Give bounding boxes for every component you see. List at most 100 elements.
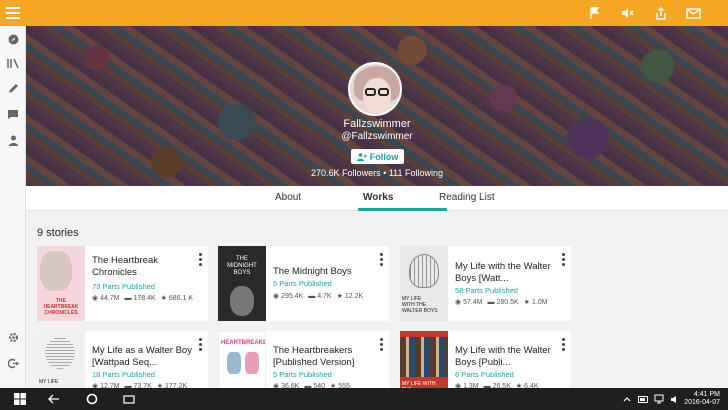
followers-count[interactable]: 270.6K Followers — [311, 168, 381, 178]
reads-count: 295.4K — [281, 293, 304, 300]
mute-button[interactable] — [611, 4, 644, 22]
clock-time: 4:41 PM — [693, 391, 720, 398]
follow-button[interactable]: Follow — [351, 149, 404, 164]
eye-icon: ◉ 295.4K — [273, 293, 304, 300]
cortana-circle-icon — [86, 393, 98, 405]
tab-works[interactable]: Works — [363, 192, 393, 203]
nav-messages[interactable] — [6, 107, 20, 121]
story-title[interactable]: My Life with the Walter Boys [Publi... — [455, 345, 555, 369]
story-card[interactable]: THE MIDNIGHT BOYS The Midnight Boys 5 Part… — [218, 246, 389, 321]
mail-icon — [686, 7, 701, 19]
following-count[interactable]: 111 Following — [389, 168, 443, 178]
gear-icon — [8, 332, 18, 342]
story-parts: 6 Parts Published — [455, 370, 514, 379]
chevron-up-icon — [623, 397, 631, 402]
votes-count: 280.5K — [496, 299, 519, 306]
follow-stats: 270.6K Followers • 111 Following — [26, 168, 728, 178]
story-title[interactable]: My Life as a Walter Boy [Wattpad Seq... — [92, 345, 192, 369]
story-stats: ◉ 57.4M ▬ 280.5K ★ 1.0M — [455, 298, 567, 307]
compass-icon — [8, 34, 18, 44]
menu-icon[interactable] — [6, 7, 20, 19]
profile-handle: @Fallzswimmer — [341, 131, 413, 142]
chat-icon — [8, 109, 18, 119]
share-button[interactable] — [644, 4, 677, 22]
os-taskbar: 4:41 PM 2016-04-07 — [0, 388, 728, 410]
share-icon — [655, 6, 666, 20]
story-menu-button[interactable] — [562, 253, 565, 268]
tray-chevron[interactable] — [621, 392, 633, 406]
story-menu-button[interactable] — [199, 253, 202, 268]
network-status[interactable] — [653, 392, 665, 406]
comment-icon: ▬ 4.7K — [308, 293, 332, 300]
story-cover[interactable]: MY LIFE WITH THE WALTER BOYS — [400, 246, 448, 321]
task-view-icon — [123, 394, 135, 404]
flag-icon — [589, 7, 599, 19]
reads-count: 44.7M — [100, 295, 120, 302]
votes-count: 4.7K — [317, 293, 332, 300]
story-title[interactable]: The Midnight Boys — [273, 266, 373, 278]
star-icon: ★ 686.1 K — [160, 295, 194, 302]
system-clock[interactable]: 4:41 PM 2016-04-07 — [684, 391, 720, 407]
task-view-button[interactable] — [121, 392, 137, 406]
nav-library[interactable] — [6, 56, 20, 70]
start-button[interactable] — [12, 392, 28, 406]
battery-status[interactable] — [637, 392, 649, 406]
profile-tabs: About Works Reading List — [26, 186, 728, 211]
tab-reading-list[interactable]: Reading List — [439, 192, 495, 203]
avatar[interactable] — [348, 62, 402, 116]
person-icon — [8, 135, 18, 146]
star-icon: ★ 1.0M — [523, 299, 548, 306]
message-button[interactable] — [677, 4, 710, 22]
nav-discover[interactable] — [6, 32, 20, 46]
story-title[interactable]: The Heartbreakers [Published Version] — [273, 345, 373, 369]
search-cortana-button[interactable] — [84, 392, 100, 406]
nav-settings[interactable] — [6, 330, 20, 344]
comment-icon: ▬ 178.4K — [124, 295, 156, 302]
follow-label: Follow — [369, 151, 399, 162]
speaker-icon — [671, 395, 676, 403]
story-title[interactable]: The Heartbreak Chronicles — [92, 255, 192, 279]
mute-icon — [622, 8, 634, 18]
library-icon — [7, 58, 19, 68]
battery-icon — [637, 395, 648, 403]
story-menu-button[interactable] — [380, 253, 383, 268]
nav-profile[interactable] — [6, 133, 20, 147]
eye-icon: ◉ 57.4M — [455, 299, 483, 306]
network-icon — [654, 394, 664, 404]
story-parts: 18 Parts Published — [92, 370, 155, 379]
report-flag-button[interactable] — [578, 4, 611, 22]
pencil-icon — [8, 83, 18, 93]
story-cover[interactable]: THE MIDNIGHT BOYS — [218, 246, 266, 321]
star-icon: ★ 12.2K — [336, 293, 364, 300]
story-menu-button[interactable] — [199, 338, 202, 353]
logout-icon — [7, 358, 19, 368]
tab-about[interactable]: About — [275, 192, 301, 203]
votes-count: 178.4K — [133, 295, 156, 302]
story-stats: ◉ 44.7M ▬ 178.4K ★ 686.1 K — [92, 294, 204, 303]
volume-status[interactable] — [669, 392, 681, 406]
story-title[interactable]: My Life with the Walter Boys [Watt... — [455, 261, 555, 285]
story-parts: 5 Parts Published — [273, 279, 332, 288]
story-card[interactable]: THE HEARTBREAK CHRONICLES The Heartbreak … — [37, 246, 208, 321]
comment-icon: ▬ 280.5K — [487, 299, 519, 306]
story-parts: 73 Parts Published — [92, 282, 155, 291]
story-menu-button[interactable] — [380, 338, 383, 353]
reads-count: 57.4M — [463, 299, 483, 306]
story-count: 9 stories — [37, 227, 79, 239]
story-card[interactable]: MY LIFE WITH THE WALTER BOYS My Life with … — [400, 246, 571, 321]
back-arrow-icon — [48, 394, 59, 404]
clock-date: 2016-04-07 — [684, 399, 720, 406]
left-nav-sidebar — [0, 26, 26, 388]
story-stats: ◉ 295.4K ▬ 4.7K ★ 12.2K — [273, 292, 385, 301]
active-tab-indicator — [358, 208, 447, 211]
story-cover[interactable]: THE HEARTBREAK CHRONICLES — [37, 246, 85, 321]
comments-count: 12.2K — [344, 293, 364, 300]
story-menu-button[interactable] — [562, 338, 565, 353]
add-person-icon — [356, 152, 367, 161]
comments-count: 686.1 K — [168, 295, 194, 302]
back-button[interactable] — [46, 392, 62, 406]
nav-write[interactable] — [6, 81, 20, 95]
nav-logout[interactable] — [6, 356, 20, 370]
stats-separator: • — [383, 168, 387, 178]
windows-logo-icon — [14, 393, 26, 405]
